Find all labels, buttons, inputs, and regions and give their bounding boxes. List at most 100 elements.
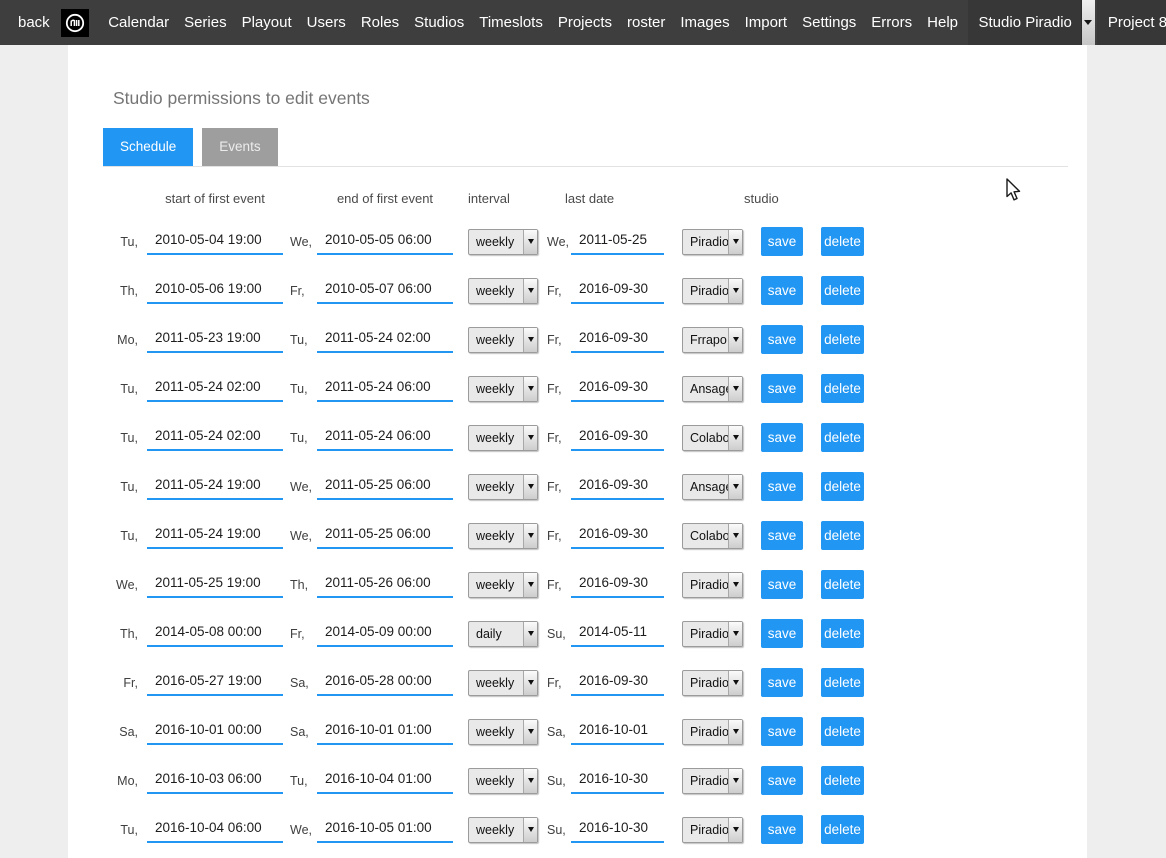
start-datetime-input[interactable]: [147, 572, 283, 598]
start-datetime-input[interactable]: [147, 278, 283, 304]
delete-button[interactable]: delete: [821, 668, 864, 697]
start-datetime-input[interactable]: [147, 474, 283, 500]
save-button[interactable]: save: [761, 325, 803, 354]
end-datetime-input[interactable]: [317, 719, 453, 745]
interval-select[interactable]: weekly: [468, 768, 538, 794]
nav-item-settings[interactable]: Settings: [802, 14, 856, 31]
dropdown-arrow-icon[interactable]: [523, 328, 537, 352]
save-button[interactable]: save: [761, 472, 803, 501]
dropdown-arrow-icon[interactable]: [523, 426, 537, 450]
end-datetime-input[interactable]: [317, 768, 453, 794]
start-datetime-input[interactable]: [147, 670, 283, 696]
dropdown-arrow-icon[interactable]: [523, 475, 537, 499]
save-button[interactable]: save: [761, 619, 803, 648]
save-button[interactable]: save: [761, 227, 803, 256]
dropdown-arrow-icon[interactable]: [728, 573, 742, 597]
save-button[interactable]: save: [761, 570, 803, 599]
dropdown-arrow-icon[interactable]: [728, 671, 742, 695]
dropdown-arrow-icon[interactable]: [523, 524, 537, 548]
chevron-down-icon[interactable]: [1081, 0, 1095, 45]
studio-select[interactable]: Piradio: [682, 572, 743, 598]
dropdown-arrow-icon[interactable]: [728, 230, 742, 254]
nav-item-errors[interactable]: Errors: [871, 14, 912, 31]
studio-select[interactable]: Piradio: [682, 278, 743, 304]
start-datetime-input[interactable]: [147, 817, 283, 843]
save-button[interactable]: save: [761, 766, 803, 795]
delete-button[interactable]: delete: [821, 325, 864, 354]
studio-select[interactable]: Ansage: [682, 474, 743, 500]
nav-item-timeslots[interactable]: Timeslots: [479, 14, 543, 31]
studio-dropdown[interactable]: Studio Piradio: [968, 0, 1095, 45]
delete-button[interactable]: delete: [821, 766, 864, 795]
dropdown-arrow-icon[interactable]: [523, 720, 537, 744]
nav-item-series[interactable]: Series: [184, 14, 227, 31]
last-date-input[interactable]: [571, 376, 664, 402]
nav-item-projects[interactable]: Projects: [558, 14, 612, 31]
nav-item-playout[interactable]: Playout: [242, 14, 292, 31]
studio-select[interactable]: Piradio: [682, 670, 743, 696]
end-datetime-input[interactable]: [317, 621, 453, 647]
last-date-input[interactable]: [571, 768, 664, 794]
nav-item-roles[interactable]: Roles: [361, 14, 399, 31]
back-link[interactable]: back: [18, 14, 50, 31]
dropdown-arrow-icon[interactable]: [523, 818, 537, 842]
end-datetime-input[interactable]: [317, 278, 453, 304]
tab-schedule[interactable]: Schedule: [103, 128, 193, 166]
end-datetime-input[interactable]: [317, 376, 453, 402]
delete-button[interactable]: delete: [821, 423, 864, 452]
interval-select[interactable]: weekly: [468, 572, 538, 598]
interval-select[interactable]: weekly: [468, 376, 538, 402]
start-datetime-input[interactable]: [147, 621, 283, 647]
dropdown-arrow-icon[interactable]: [728, 279, 742, 303]
interval-select[interactable]: weekly: [468, 229, 538, 255]
dropdown-arrow-icon[interactable]: [728, 475, 742, 499]
nav-item-images[interactable]: Images: [680, 14, 729, 31]
end-datetime-input[interactable]: [317, 523, 453, 549]
dropdown-arrow-icon[interactable]: [728, 720, 742, 744]
studio-select[interactable]: Piradio: [682, 229, 743, 255]
save-button[interactable]: save: [761, 276, 803, 305]
delete-button[interactable]: delete: [821, 374, 864, 403]
dropdown-arrow-icon[interactable]: [523, 377, 537, 401]
start-datetime-input[interactable]: [147, 376, 283, 402]
delete-button[interactable]: delete: [821, 815, 864, 844]
pi-radio-logo-icon[interactable]: [61, 9, 89, 37]
delete-button[interactable]: delete: [821, 472, 864, 501]
studio-select[interactable]: Frrapo: [682, 327, 743, 353]
last-date-input[interactable]: [571, 474, 664, 500]
studio-select[interactable]: Colabo: [682, 523, 743, 549]
nav-item-users[interactable]: Users: [307, 14, 346, 31]
dropdown-arrow-icon[interactable]: [523, 279, 537, 303]
end-datetime-input[interactable]: [317, 229, 453, 255]
interval-select[interactable]: weekly: [468, 425, 538, 451]
nav-item-calendar[interactable]: Calendar: [108, 14, 169, 31]
interval-select[interactable]: daily: [468, 621, 538, 647]
nav-item-help[interactable]: Help: [927, 14, 958, 31]
end-datetime-input[interactable]: [317, 572, 453, 598]
save-button[interactable]: save: [761, 717, 803, 746]
dropdown-arrow-icon[interactable]: [728, 426, 742, 450]
studio-select[interactable]: Colabo: [682, 425, 743, 451]
nav-item-studios[interactable]: Studios: [414, 14, 464, 31]
delete-button[interactable]: delete: [821, 521, 864, 550]
dropdown-arrow-icon[interactable]: [728, 622, 742, 646]
studio-select[interactable]: Piradio: [682, 768, 743, 794]
delete-button[interactable]: delete: [821, 276, 864, 305]
interval-select[interactable]: weekly: [468, 670, 538, 696]
dropdown-arrow-icon[interactable]: [523, 622, 537, 646]
delete-button[interactable]: delete: [821, 619, 864, 648]
dropdown-arrow-icon[interactable]: [523, 671, 537, 695]
dropdown-arrow-icon[interactable]: [523, 573, 537, 597]
end-datetime-input[interactable]: [317, 425, 453, 451]
interval-select[interactable]: weekly: [468, 523, 538, 549]
tab-events[interactable]: Events: [202, 128, 277, 166]
delete-button[interactable]: delete: [821, 570, 864, 599]
last-date-input[interactable]: [571, 572, 664, 598]
project-dropdown[interactable]: Project 88vier: [1097, 0, 1166, 45]
end-datetime-input[interactable]: [317, 670, 453, 696]
start-datetime-input[interactable]: [147, 523, 283, 549]
last-date-input[interactable]: [571, 817, 664, 843]
last-date-input[interactable]: [571, 278, 664, 304]
dropdown-arrow-icon[interactable]: [728, 818, 742, 842]
delete-button[interactable]: delete: [821, 717, 864, 746]
